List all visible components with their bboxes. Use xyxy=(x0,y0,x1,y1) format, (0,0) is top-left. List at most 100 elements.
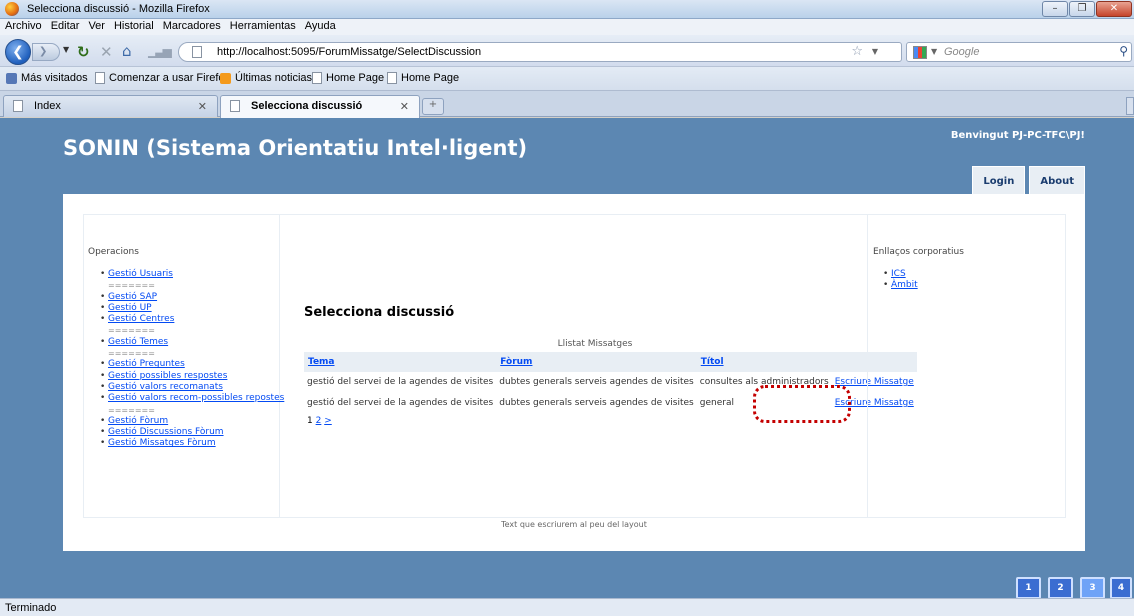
menu-historial[interactable]: Historial xyxy=(109,19,158,32)
window-title: Selecciona discussió - Mozilla Firefox xyxy=(27,3,210,15)
about-link[interactable]: About xyxy=(1029,166,1085,196)
list-item: • Gestió Missatges Fòrum xyxy=(100,438,216,449)
status-text: Terminado xyxy=(5,602,57,614)
list-item: • Gestió valors recomanats xyxy=(100,381,223,392)
new-tab-button[interactable]: + xyxy=(422,98,444,115)
menu-ver[interactable]: Ver xyxy=(83,19,109,32)
menu-bar: Archivo Editar Ver Historial Marcadores Herra… xyxy=(0,19,1134,35)
separator: ======= xyxy=(108,326,155,336)
stop-icon[interactable]: ✕ xyxy=(100,43,113,61)
annotation-highlight xyxy=(753,385,851,423)
corporate-links-sidebar: Enllaços corporatius • ICS • Àmbit xyxy=(867,215,1065,517)
tab-index[interactable]: Index ✕ xyxy=(3,95,218,117)
menu-ayuda[interactable]: Ayuda xyxy=(300,19,340,32)
cell-forum: dubtes generals serveis agendes de visit… xyxy=(499,398,694,408)
search-input[interactable]: Google xyxy=(944,46,979,58)
link-gestio-up[interactable]: Gestió UP xyxy=(108,303,152,313)
link-gestio-possibles-respostes[interactable]: Gestió possibles respostes xyxy=(108,371,227,381)
operations-title: Operacions xyxy=(88,247,139,257)
bookmark-comenzar-firefox[interactable]: Comenzar a usar Firefox xyxy=(95,72,230,84)
site-title: SONIN (Sistema Orientatiu Intel·ligent) xyxy=(63,136,528,160)
operations-sidebar: Operacions • Gestió Usuaris ======= • Gest… xyxy=(84,215,284,517)
minimize-button[interactable]: – xyxy=(1042,1,1068,17)
home-icon[interactable]: ⌂ xyxy=(122,42,132,60)
site-menu: Login About xyxy=(972,166,1085,196)
link-gestio-centres[interactable]: Gestió Centres xyxy=(108,314,174,324)
link-gestio-forum[interactable]: Gestió Fòrum xyxy=(108,416,168,426)
column-header-titol: Títol xyxy=(696,352,832,372)
desktop-2-icon[interactable]: 2 xyxy=(1048,577,1073,599)
desktop-3-icon[interactable]: 3 xyxy=(1080,577,1105,599)
separator: ======= xyxy=(108,281,155,291)
desktop-1-icon[interactable]: 1 xyxy=(1016,577,1041,599)
link-gestio-usuaris[interactable]: Gestió Usuaris xyxy=(108,269,173,279)
list-item: • Gestió SAP xyxy=(100,291,158,302)
bookmark-home-page-2[interactable]: Home Page xyxy=(387,72,459,84)
corporate-links-title: Enllaços corporatius xyxy=(873,247,964,257)
search-engine-dropdown-icon[interactable]: ▼ xyxy=(931,47,937,56)
separator: ======= xyxy=(108,405,155,415)
sort-forum-link[interactable]: Fòrum xyxy=(500,357,532,367)
reload-icon[interactable]: ↻ xyxy=(77,43,90,61)
url-bar[interactable]: http://localhost:5095/ForumMissatge/Sele… xyxy=(178,42,902,62)
maximize-button[interactable]: ❐ xyxy=(1069,1,1095,17)
url-input[interactable]: http://localhost:5095/ForumMissatge/Sele… xyxy=(217,46,481,58)
sort-titol-link[interactable]: Títol xyxy=(701,357,724,367)
pager-page-2[interactable]: 2 xyxy=(316,416,322,426)
list-item: • Àmbit xyxy=(883,280,918,291)
page-icon xyxy=(387,72,397,84)
menu-archivo[interactable]: Archivo xyxy=(0,19,46,32)
column-header-tema: Tema xyxy=(304,352,497,372)
link-gestio-missatges-forum[interactable]: Gestió Missatges Fòrum xyxy=(108,438,216,448)
signal-bars-icon: ▁▃▅ xyxy=(148,44,172,58)
bookmark-home-page-1[interactable]: Home Page xyxy=(312,72,384,84)
most-visited-icon xyxy=(6,72,17,84)
google-engine-icon[interactable] xyxy=(913,46,927,59)
navigation-toolbar: ❮ ❯ ▼ ↻ ✕ ⌂ ▁▃▅ http://localhost:5095/Fo… xyxy=(0,35,1134,67)
list-item: • Gestió Fòrum xyxy=(100,415,169,426)
desktop-4-icon[interactable]: 4 xyxy=(1110,577,1132,599)
sort-tema-link[interactable]: Tema xyxy=(308,357,335,367)
page-footer: Text que escriurem al peu del layout xyxy=(501,520,647,529)
menu-marcadores[interactable]: Marcadores xyxy=(158,19,225,32)
link-gestio-preguntes[interactable]: Gestió Preguntes xyxy=(108,359,185,369)
corporate-links-list: • ICS • Àmbit xyxy=(883,269,918,292)
page-icon xyxy=(13,100,23,112)
link-gestio-valors-recomanats[interactable]: Gestió valors recomanats xyxy=(108,382,223,392)
tab-selecciona-discussio[interactable]: Selecciona discussió ✕ xyxy=(220,95,420,118)
back-button[interactable]: ❮ xyxy=(5,39,31,65)
list-item: • ICS xyxy=(883,269,906,279)
search-bar[interactable]: ▼ Google ⚲ xyxy=(906,42,1132,62)
page-icon xyxy=(95,72,105,84)
window-titlebar: Selecciona discussió - Mozilla Firefox –… xyxy=(0,0,1134,19)
bookmarks-toolbar: Más visitados Comenzar a usar Firefox Úl… xyxy=(0,67,1134,91)
link-ambit[interactable]: Àmbit xyxy=(891,280,918,290)
welcome-text: Benvingut PJ-PC-TFC\PJ! xyxy=(950,130,1085,141)
tab-scroll-button[interactable] xyxy=(1126,97,1134,115)
forward-button[interactable]: ❯ xyxy=(32,43,60,61)
link-gestio-sap[interactable]: Gestió SAP xyxy=(108,292,157,302)
url-dropdown-icon[interactable]: ▼ xyxy=(872,47,878,56)
cell-tema: gestió del servei de la agendes de visit… xyxy=(307,377,494,387)
link-gestio-valors-recom-possibles[interactable]: Gestió valors recom-possibles repostes xyxy=(108,393,284,403)
link-gestio-discussions-forum[interactable]: Gestió Discussions Fòrum xyxy=(108,427,224,437)
pager-next[interactable]: > xyxy=(324,416,332,426)
link-gestio-temes[interactable]: Gestió Temes xyxy=(108,337,168,347)
menu-herramientas[interactable]: Herramientas xyxy=(225,19,300,32)
content-frame: Operacions • Gestió Usuaris ======= • Gest… xyxy=(83,214,1066,518)
search-icon[interactable]: ⚲ xyxy=(1119,44,1128,58)
login-link[interactable]: Login xyxy=(972,166,1026,196)
bookmark-star-icon[interactable]: ☆ xyxy=(851,44,863,59)
bookmark-mas-visitados[interactable]: Más visitados xyxy=(6,72,88,84)
content-panel: Operacions • Gestió Usuaris ======= • Gest… xyxy=(63,194,1085,551)
link-ics[interactable]: ICS xyxy=(891,269,906,279)
page-icon xyxy=(312,72,322,84)
list-item: • Gestió Preguntes xyxy=(100,359,185,370)
page-icon xyxy=(192,46,202,58)
close-tab-icon[interactable]: ✕ xyxy=(400,100,409,113)
history-dropdown-icon[interactable]: ▼ xyxy=(63,45,69,54)
close-tab-icon[interactable]: ✕ xyxy=(198,100,207,113)
bookmark-ultimas-noticias[interactable]: Últimas noticias xyxy=(220,72,312,84)
menu-editar[interactable]: Editar xyxy=(46,19,84,32)
close-window-button[interactable]: ✕ xyxy=(1096,1,1132,17)
